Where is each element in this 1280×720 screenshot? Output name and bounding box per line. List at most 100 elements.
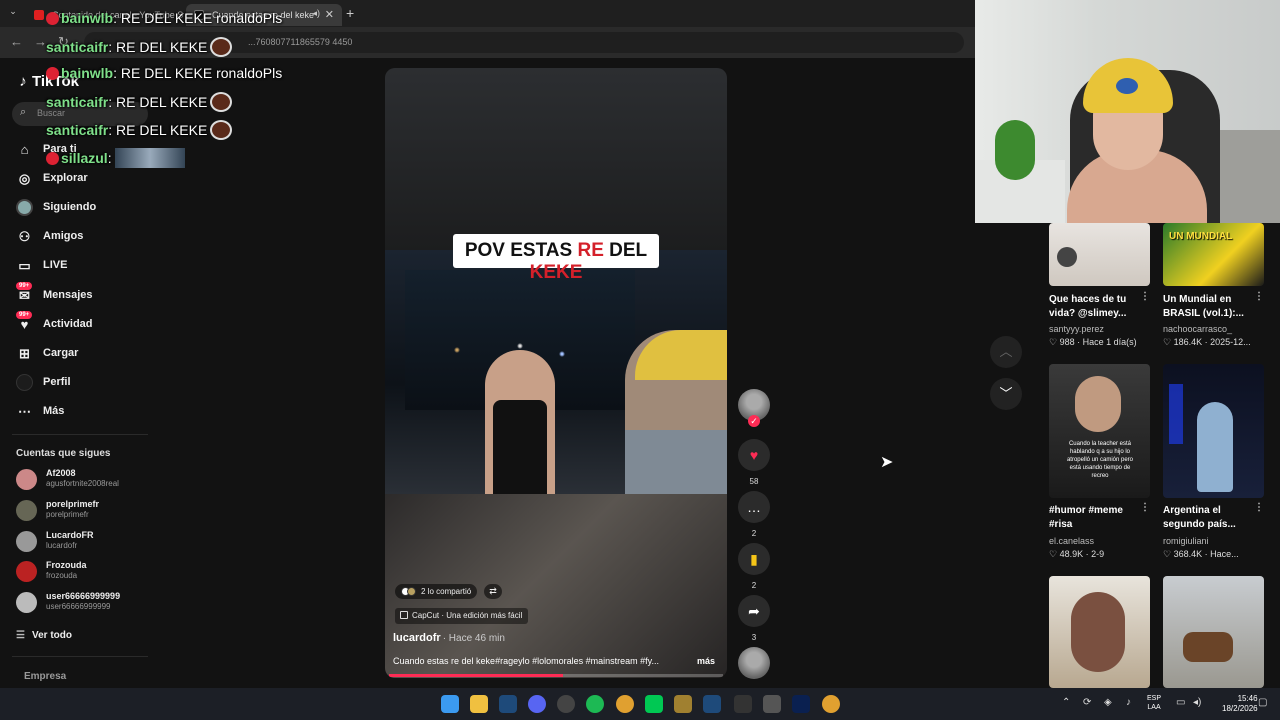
sidebar-item-actividad[interactable]: 99+ ♥ Actividad xyxy=(16,311,150,337)
comment-count: 2 xyxy=(751,529,757,538)
more-options-icon[interactable]: ⋮ xyxy=(1140,502,1150,513)
avatar xyxy=(16,592,37,613)
account-name: LucardoFR xyxy=(46,530,94,540)
creator-avatar[interactable]: ✓ xyxy=(738,389,770,427)
feed-thumbnail[interactable] xyxy=(1049,576,1150,688)
video-progress-bar[interactable] xyxy=(389,674,723,677)
chevron-up-icon[interactable]: ⌃ xyxy=(1062,697,1070,708)
sidebar-item-label: Explorar xyxy=(43,172,88,184)
discord-icon[interactable] xyxy=(528,695,546,713)
network-icon[interactable]: ▭ xyxy=(1176,697,1185,708)
sync-icon[interactable]: ⟳ xyxy=(1083,697,1091,708)
sidebar-item-amigos[interactable]: ⚇ Amigos xyxy=(16,227,150,249)
more-icon: ⋯ xyxy=(18,404,31,419)
video-scene xyxy=(385,250,727,494)
language-indicator[interactable]: ESP LAA xyxy=(1147,694,1161,712)
spotify-icon[interactable] xyxy=(586,695,604,713)
following-account[interactable]: LucardoFR lucardofr xyxy=(16,528,150,556)
shared-pill[interactable]: 2 lo compartió xyxy=(395,584,478,599)
previous-video-button[interactable]: ︿ xyxy=(990,336,1022,368)
overlay-word-red: KEKE xyxy=(529,262,583,283)
feed-author[interactable]: romigiuliani xyxy=(1163,536,1209,546)
feed-thumbnail[interactable]: UN MUNDIAL xyxy=(1163,223,1264,286)
epic-games-icon[interactable] xyxy=(734,695,752,713)
feed-thumbnail[interactable] xyxy=(1163,576,1264,688)
app-icon[interactable] xyxy=(674,695,692,713)
share-button[interactable]: ➦ 3 xyxy=(738,595,770,642)
taskbar: ⌃ ⟳ ◈ ♪ ESP LAA ▭ ◂) 15:46 18/2/2026 ▢ xyxy=(0,688,1280,720)
video-player[interactable]: POV ESTAS RE DEL KEKE 2 lo compartió ⇄ C… xyxy=(385,68,727,678)
more-button[interactable]: más xyxy=(697,656,715,666)
windows-start-icon[interactable] xyxy=(441,695,459,713)
feed-title[interactable]: Que haces de tu vida? @slimey... xyxy=(1049,293,1141,321)
video-top-frame xyxy=(385,68,727,252)
close-tab-icon[interactable]: ✕ xyxy=(325,8,334,21)
feed-author[interactable]: el.canelass xyxy=(1049,536,1094,546)
follow-check-icon[interactable]: ✓ xyxy=(748,415,760,427)
sharer-avatars xyxy=(401,587,419,596)
tab-search-icon[interactable]: ⌄ xyxy=(6,6,20,20)
file-explorer-icon[interactable] xyxy=(470,695,488,713)
progress-fill xyxy=(389,674,563,677)
following-account[interactable]: Af2008 agusfortnite2008real xyxy=(16,466,150,494)
kick-icon[interactable] xyxy=(645,695,663,713)
feed-thumbnail[interactable]: Cuando la teacher está hablando q a su h… xyxy=(1049,364,1150,498)
capcut-link[interactable]: CapCut · Una edición más fácil xyxy=(395,608,529,624)
obs-icon[interactable] xyxy=(557,695,575,713)
chrome-icon[interactable] xyxy=(616,695,634,713)
save-button[interactable]: ▮ 2 xyxy=(738,543,770,590)
tiktok-note-icon: ♪ xyxy=(19,73,27,90)
chat-user: santicaifr xyxy=(46,39,109,55)
sidebar-item-perfil[interactable]: Perfil xyxy=(16,373,150,395)
clock[interactable]: 15:46 18/2/2026 xyxy=(1222,694,1258,714)
sidebar-item-cargar[interactable]: ⊞ Cargar xyxy=(16,344,150,366)
feed-time: 2025-12... xyxy=(1210,337,1251,347)
security-icon[interactable]: ◈ xyxy=(1104,697,1112,708)
sound-avatar[interactable] xyxy=(738,647,770,679)
steam-icon[interactable] xyxy=(499,695,517,713)
chrome-alt-icon[interactable] xyxy=(822,695,840,713)
feed-thumbnail[interactable] xyxy=(1163,364,1264,498)
repost-icon[interactable]: ⇄ xyxy=(484,584,502,599)
overlay-word: POV ESTAS xyxy=(464,240,578,261)
video-author[interactable]: lucardofr · Hace 46 min xyxy=(393,632,505,644)
following-account[interactable]: Frozouda frozouda xyxy=(16,558,150,586)
volume-icon[interactable]: ◂) xyxy=(1193,697,1201,708)
steam-alt-icon[interactable] xyxy=(703,695,721,713)
account-handle: agusfortnite2008real xyxy=(46,479,119,488)
feed-title[interactable]: Argentina el segundo país... xyxy=(1163,504,1255,532)
next-video-button[interactable]: ﹀ xyxy=(990,378,1022,410)
feed-author[interactable]: nachoocarrasco_ xyxy=(1163,324,1232,334)
following-account[interactable]: user66666999999 user66666999999 xyxy=(16,589,150,617)
new-tab-icon[interactable]: + xyxy=(346,5,354,21)
following-account[interactable]: porelprimefr porelprimefr xyxy=(16,497,150,525)
back-icon[interactable]: ← xyxy=(10,34,23,49)
photoshop-icon[interactable] xyxy=(792,695,810,713)
more-options-icon[interactable]: ⋮ xyxy=(1140,291,1150,302)
avatar xyxy=(16,531,37,552)
frog-plush xyxy=(995,120,1035,180)
sidebar-item-mas[interactable]: ⋯ Más xyxy=(16,402,150,424)
feed-title[interactable]: #humor #meme #risa xyxy=(1049,504,1141,532)
company-link[interactable]: Empresa xyxy=(24,671,66,682)
speaker-icon[interactable]: ◂) xyxy=(312,8,320,19)
sidebar-item-mensajes[interactable]: 99+ ✉ Mensajes xyxy=(16,282,150,308)
comment-button[interactable]: … 2 xyxy=(738,491,770,538)
sidebar-item-explorar[interactable]: ◎ Explorar xyxy=(16,169,150,191)
thumb-avatar xyxy=(1057,247,1077,267)
sidebar-item-siguiendo[interactable]: Siguiendo xyxy=(16,198,150,220)
see-all-link[interactable]: ☰ Ver todo xyxy=(16,630,72,641)
thumb-person xyxy=(1197,402,1233,492)
feed-thumbnail[interactable] xyxy=(1049,223,1150,286)
feed-title[interactable]: Un Mundial en BRASIL (vol.1):... xyxy=(1163,293,1255,321)
like-button[interactable]: ♥ 58 xyxy=(738,439,770,486)
more-options-icon[interactable]: ⋮ xyxy=(1254,502,1264,513)
feed-author[interactable]: santyyy.perez xyxy=(1049,324,1104,334)
account-handle: lucardofr xyxy=(46,541,78,550)
microphone-icon[interactable]: ♪ xyxy=(1126,697,1131,708)
more-options-icon[interactable]: ⋮ xyxy=(1254,291,1264,302)
app-icon[interactable] xyxy=(763,695,781,713)
sidebar-item-live[interactable]: ▭ LIVE xyxy=(16,256,150,278)
notifications-icon[interactable]: ▢ xyxy=(1258,697,1267,708)
thumb-light xyxy=(1169,384,1183,444)
